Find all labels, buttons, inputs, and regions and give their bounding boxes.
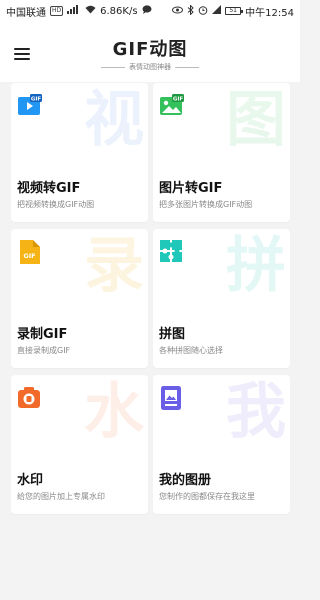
card-description: 给您的图片加上专属水印 <box>17 492 105 501</box>
card-description: 直接录制成GIF <box>17 346 71 355</box>
card-watermark[interactable]: 水 水印 给您的图片加上专属水印 <box>11 375 148 514</box>
card-title: 我的图册 <box>159 473 212 488</box>
alarm-icon <box>198 5 208 18</box>
page-subtitle: 表情动图神器 <box>0 62 300 72</box>
card-description: 您制作的图都保存在我这里 <box>159 492 255 501</box>
gif-tag: GIF <box>173 96 184 102</box>
wifi-icon <box>85 5 96 17</box>
watermark-char: 水 <box>84 377 144 447</box>
network-speed: 6.86K/s <box>100 5 138 17</box>
card-title: 录制GIF <box>17 327 68 342</box>
carrier-name: 中国联通 <box>6 7 46 19</box>
gif-tag: GIF <box>23 252 35 260</box>
watermark-char: 我 <box>226 377 286 447</box>
card-description: 各种拼图随心选择 <box>159 346 223 355</box>
bluetooth-icon <box>187 3 194 18</box>
signal-icon <box>67 5 81 17</box>
app-bar: GIF动图 表情动图神器 <box>0 22 300 82</box>
card-title: 视频转GIF <box>17 181 81 196</box>
watermark-char: 录 <box>84 231 144 301</box>
battery-icon: 51 <box>225 7 244 15</box>
hd-badge: HD <box>50 6 64 16</box>
gif-tag: GIF <box>31 96 42 102</box>
record-gif-icon: GIF <box>17 239 43 265</box>
watermark-char: 视 <box>84 85 144 155</box>
feature-grid: 视 GIF 视频转GIF 把视频转换成GIF动图 图 GIF 图片转GIF 把多… <box>11 83 290 514</box>
page-subtitle-text: 表情动图神器 <box>129 63 171 71</box>
signal-icon-2 <box>212 5 222 17</box>
watermark-camera-icon <box>17 385 43 411</box>
watermark-char: 拼 <box>226 231 286 301</box>
image-gif-icon: GIF <box>159 93 185 119</box>
card-title: 水印 <box>17 473 44 488</box>
eye-icon <box>172 6 184 17</box>
card-title: 图片转GIF <box>159 181 223 196</box>
card-description: 把视频转换成GIF动图 <box>17 200 95 209</box>
card-record-gif[interactable]: 录 GIF 录制GIF 直接录制成GIF <box>11 229 148 368</box>
card-puzzle[interactable]: 拼 拼图 各种拼图随心选择 <box>153 229 290 368</box>
album-icon <box>159 385 185 411</box>
page-title: GIF动图 <box>112 39 188 60</box>
message-icon <box>142 5 152 17</box>
video-gif-icon: GIF <box>17 93 43 119</box>
watermark-char: 图 <box>226 85 286 155</box>
card-description: 把多张图片转换成GIF动图 <box>159 200 253 209</box>
card-video-to-gif[interactable]: 视 GIF 视频转GIF 把视频转换成GIF动图 <box>11 83 148 222</box>
puzzle-icon <box>159 239 185 265</box>
card-my-album[interactable]: 我 我的图册 您制作的图都保存在我这里 <box>153 375 290 514</box>
card-image-to-gif[interactable]: 图 GIF 图片转GIF 把多张图片转换成GIF动图 <box>153 83 290 222</box>
clock: 中午12:54 <box>245 7 294 19</box>
status-bar: 中国联通 HD 6.86K/s 51 中午12:54 <box>0 0 300 22</box>
card-title: 拼图 <box>159 327 186 342</box>
